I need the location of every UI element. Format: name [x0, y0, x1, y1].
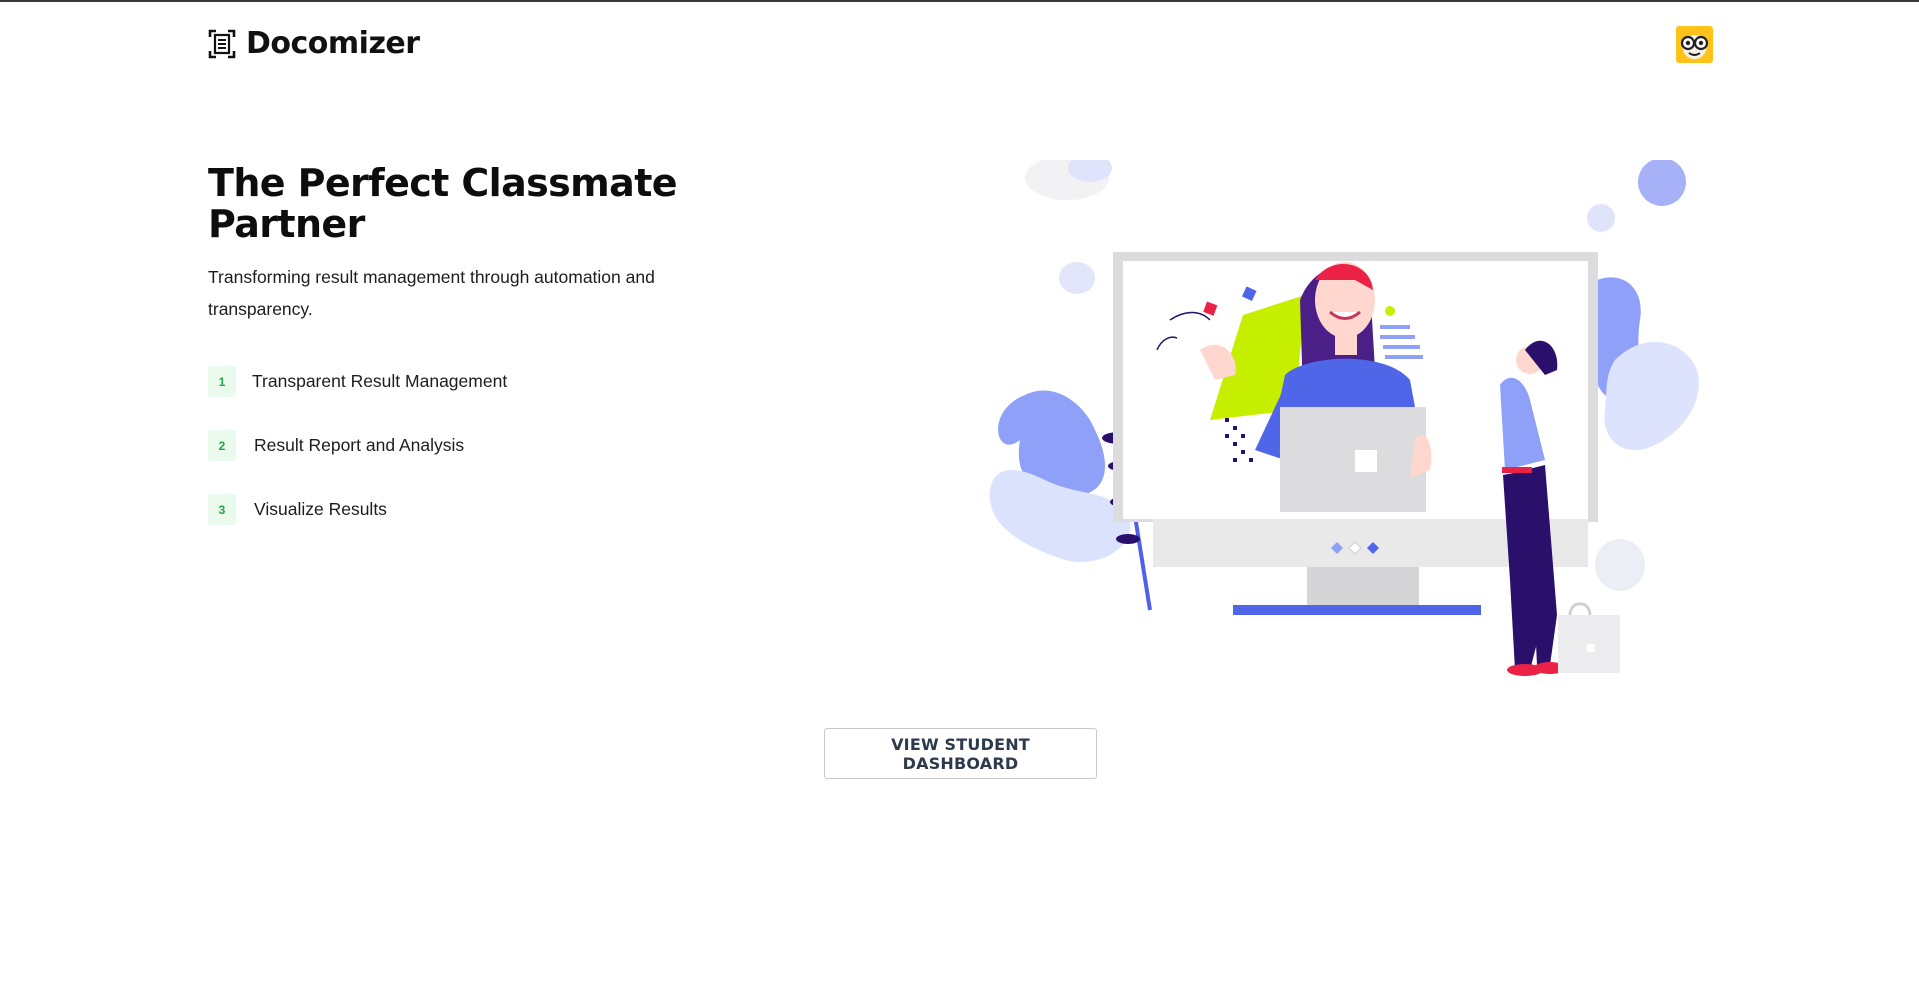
document-scan-icon — [208, 29, 236, 58]
feature-item: 1 Transparent Result Management — [208, 366, 507, 397]
brand-logo[interactable]: Docomizer — [208, 26, 420, 61]
top-border — [0, 0, 1919, 2]
feature-number-badge: 3 — [208, 494, 236, 525]
nerd-glasses-avatar-icon — [1680, 35, 1709, 59]
feature-label: Result Report and Analysis — [254, 435, 465, 455]
feature-item: 3 Visualize Results — [208, 494, 387, 525]
hero-subtitle: Transforming result management through a… — [208, 267, 655, 319]
feature-number-badge: 1 — [208, 366, 236, 397]
feature-label: Visualize Results — [254, 499, 387, 519]
woman-in-monitor-illustration — [989, 160, 1699, 676]
feature-item: 2 Result Report and Analysis — [208, 430, 464, 461]
brand-name: Docomizer — [246, 26, 420, 61]
site-header: Docomizer — [208, 22, 1713, 66]
feature-label: Transparent Result Management — [252, 371, 508, 391]
view-student-dashboard-button[interactable]: VIEW STUDENT DASHBOARD — [824, 728, 1097, 779]
feature-number-badge: 2 — [208, 430, 236, 461]
hero-title: The Perfect Classmate Partner — [208, 161, 678, 246]
user-avatar[interactable] — [1676, 26, 1713, 63]
